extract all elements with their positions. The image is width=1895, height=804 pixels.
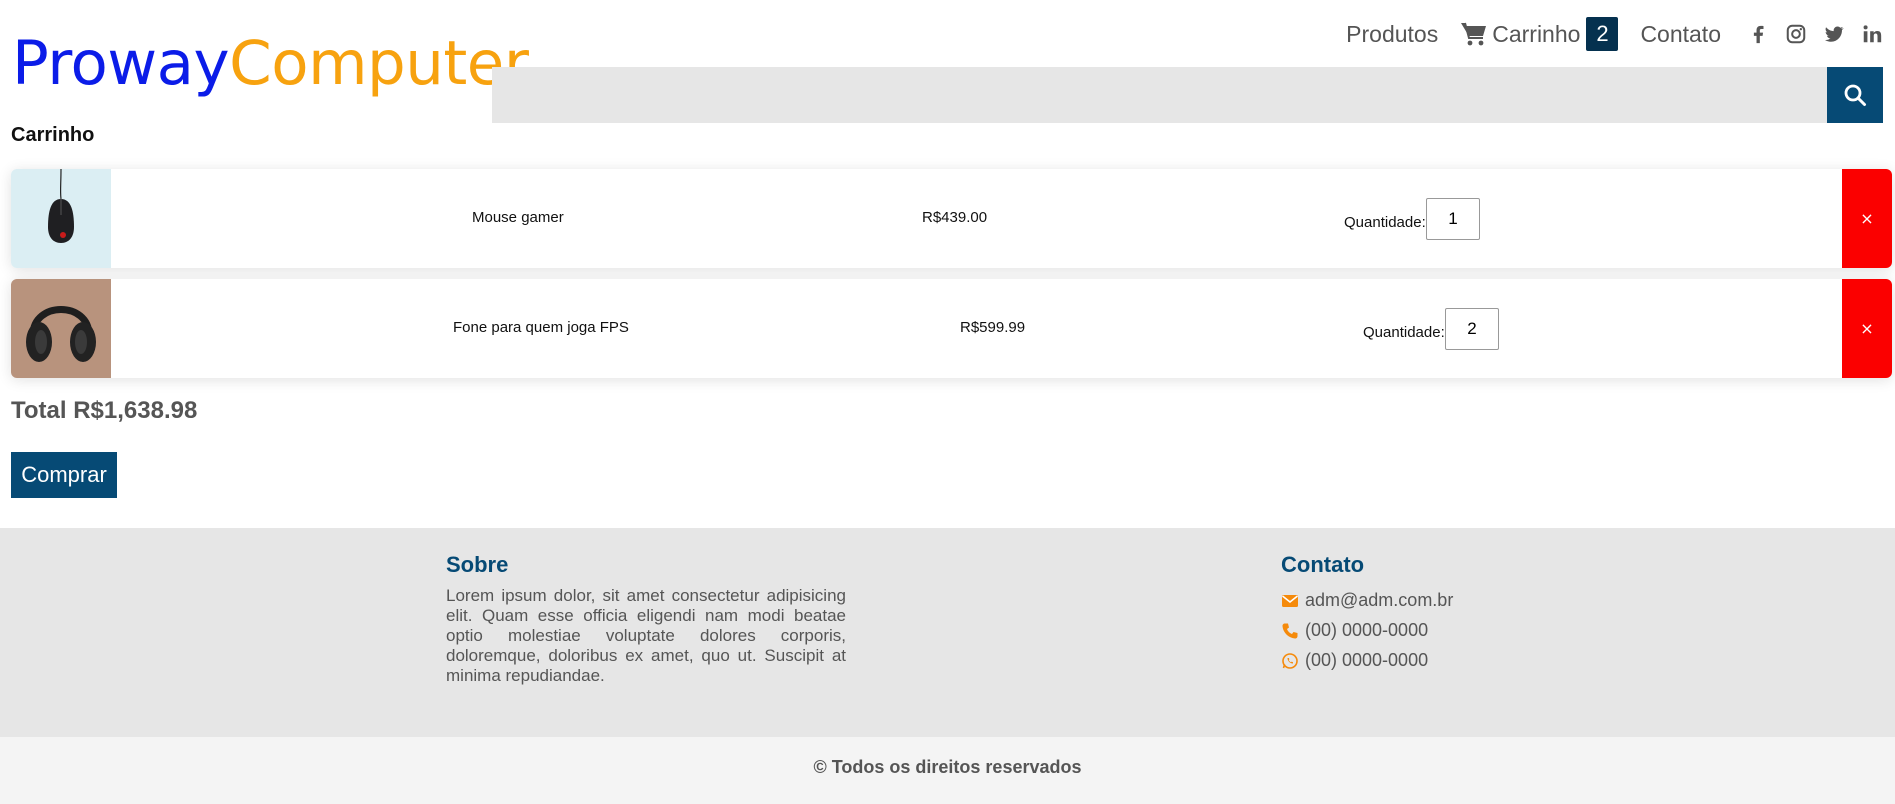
logo-part-proway: Proway (12, 28, 230, 99)
footer-about-text: Lorem ipsum dolor, sit amet consectetur … (446, 586, 846, 685)
logo-part-computer: Computer (229, 28, 529, 99)
nav-cart-label: Carrinho (1492, 20, 1581, 47)
contact-email-text: adm@adm.com.br (1305, 590, 1454, 610)
cart-item: Fone para quem joga FPS R$599.99 Quantid… (11, 279, 1892, 378)
contact-whatsapp-text: (00) 0000-0000 (1305, 650, 1429, 670)
footer-contact-title: Contato (1281, 552, 1365, 577)
cart-total: Total R$1,638.98 (11, 397, 198, 424)
item-price: R$439.00 (922, 209, 988, 226)
phone-icon (1282, 623, 1298, 638)
cart-item: Mouse gamer R$439.00 Quantidade: × (11, 169, 1892, 268)
page-title: Carrinho (11, 124, 95, 146)
envelope-icon (1282, 594, 1298, 607)
remove-item-button[interactable]: × (1842, 169, 1892, 268)
item-name: Fone para quem joga FPS (453, 319, 629, 336)
footer-about: Sobre Lorem ipsum dolor, sit amet consec… (446, 552, 846, 686)
quantity-label: Quantidade: (1344, 214, 1426, 231)
mouse-product-image (11, 169, 111, 268)
copyright-text: © Todos os direitos reservados (813, 757, 1082, 777)
search-button[interactable] (1827, 67, 1883, 123)
quantity-input[interactable] (1426, 198, 1480, 240)
headphones-product-image (11, 279, 111, 378)
footer-contact: Contato adm@adm.com.br (00) 0000-0000 (0… (1281, 552, 1453, 680)
quantity-label: Quantidade: (1363, 324, 1445, 341)
footer-about-title: Sobre (446, 552, 509, 577)
cart-count-badge: 2 (1586, 17, 1619, 51)
contact-phone: (00) 0000-0000 (1281, 620, 1453, 641)
whatsapp-icon (1282, 652, 1298, 669)
cart-icon (1461, 22, 1487, 46)
item-name: Mouse gamer (472, 209, 564, 226)
nav-link-contato[interactable]: Contato (1640, 21, 1721, 48)
instagram-icon[interactable] (1785, 23, 1807, 45)
twitter-icon[interactable] (1823, 23, 1845, 45)
quantity-input[interactable] (1445, 308, 1499, 350)
top-nav: Produtos Carrinho 2 Contato (1346, 16, 1883, 52)
remove-item-button[interactable]: × (1842, 279, 1892, 378)
contact-email: adm@adm.com.br (1281, 590, 1453, 611)
footer: Sobre Lorem ipsum dolor, sit amet consec… (0, 528, 1895, 737)
site-logo[interactable]: ProwayComputer (12, 26, 529, 101)
contact-whatsapp: (00) 0000-0000 (1281, 650, 1453, 671)
nav-link-carrinho[interactable]: Carrinho 2 (1460, 17, 1619, 51)
item-price: R$599.99 (960, 319, 1026, 336)
nav-link-produtos[interactable]: Produtos (1346, 21, 1438, 48)
search-icon (1844, 84, 1866, 106)
copyright-bar: © Todos os direitos reservados (0, 737, 1895, 804)
linkedin-icon[interactable] (1861, 23, 1883, 45)
social-links (1747, 23, 1883, 45)
contact-phone-text: (00) 0000-0000 (1305, 620, 1429, 640)
facebook-icon[interactable] (1747, 23, 1769, 45)
search-bar (492, 67, 1883, 123)
search-input[interactable] (492, 67, 1827, 123)
buy-button[interactable]: Comprar (11, 452, 117, 498)
